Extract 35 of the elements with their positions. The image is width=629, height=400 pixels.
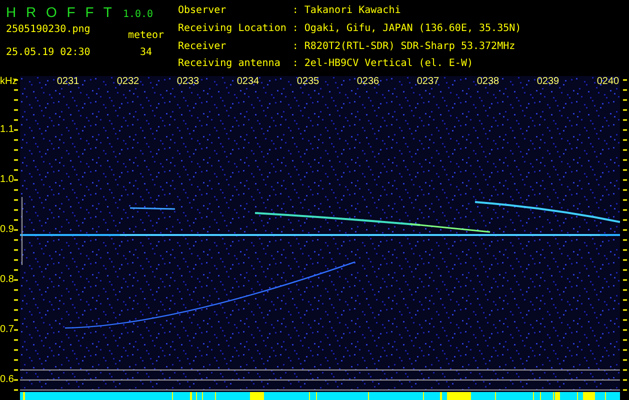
- date-time: 25.05.19 02:30: [6, 47, 90, 58]
- info-value: R820T2(RTL-SDR) SDR-Sharp 53.372MHz: [304, 40, 516, 54]
- unit-label: kHz: [0, 76, 18, 87]
- app-title: H R O F F T: [6, 4, 115, 20]
- time-label: 0238: [476, 76, 500, 88]
- file-name: 2505190230.png: [6, 24, 90, 37]
- time-label: 0231: [56, 76, 80, 88]
- count-label: meteor: [126, 30, 166, 41]
- info-label: Observer: [178, 5, 228, 18]
- time-label: 0234: [236, 76, 260, 88]
- time-label: 0237: [416, 76, 440, 88]
- meteor-count: 34: [138, 47, 154, 58]
- frequency-label: 0.7: [0, 324, 14, 336]
- time-label: 0233: [176, 76, 200, 88]
- time-label: 0232: [116, 76, 140, 88]
- info-label: Receiving Location: [178, 22, 286, 36]
- info-value: 2el-HB9CV Vertical (el. E-W): [304, 58, 474, 72]
- time-label: 0235: [296, 76, 320, 88]
- frequency-label: 0.9: [0, 224, 14, 236]
- frequency-label: 1.1: [0, 124, 14, 136]
- colon-separator: :: [292, 5, 298, 18]
- colon-separator: :: [292, 40, 298, 54]
- info-label: Receiver: [178, 40, 228, 54]
- time-label: 0239: [536, 76, 560, 88]
- time-label: 0240: [596, 76, 620, 88]
- colon-separator: :: [292, 22, 298, 36]
- version-label: 1.0.0: [122, 9, 154, 20]
- time-label: 0236: [356, 76, 380, 88]
- info-value: Ogaki, Gifu, JAPAN (136.60E, 35.35N): [304, 22, 522, 36]
- colon-separator: :: [292, 58, 298, 72]
- frequency-label: 0.8: [0, 274, 14, 286]
- frequency-label: 0.6: [0, 374, 14, 386]
- frequency-label: 1.0: [0, 174, 14, 186]
- info-value: Takanori Kawachi: [304, 5, 402, 18]
- info-label: Receiving antenna: [178, 58, 282, 72]
